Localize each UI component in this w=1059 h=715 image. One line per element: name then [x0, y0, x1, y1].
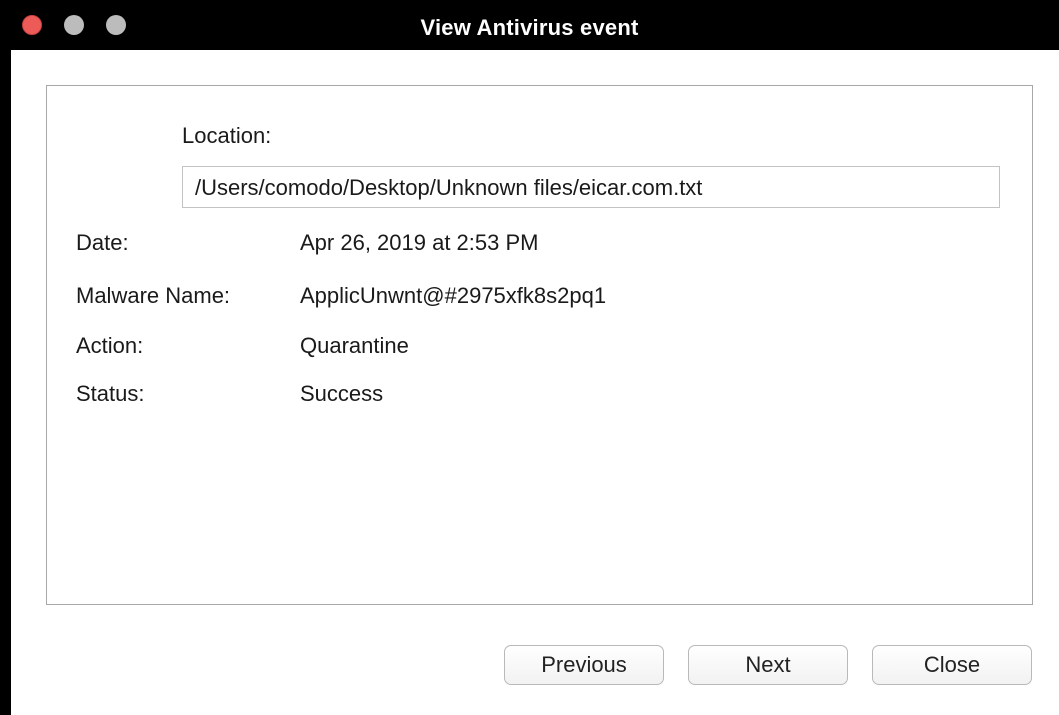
- status-label: Status:: [76, 381, 145, 406]
- date-label: Date:: [76, 230, 129, 255]
- event-details-panel: [46, 85, 1033, 605]
- date-value: Apr 26, 2019 at 2:53 PM: [300, 230, 539, 255]
- view-antivirus-event-window: View Antivirus event Location: /Users/co…: [0, 0, 1059, 715]
- next-button[interactable]: Next: [688, 645, 848, 685]
- action-value: Quarantine: [300, 333, 409, 358]
- malware-name-value: ApplicUnwnt@#2975xfk8s2pq1: [300, 283, 607, 308]
- previous-button[interactable]: Previous: [504, 645, 664, 685]
- location-label: Location:: [182, 123, 272, 148]
- location-field[interactable]: /Users/comodo/Desktop/Unknown files/eica…: [182, 166, 1000, 208]
- window-title: View Antivirus event: [420, 15, 639, 40]
- action-label: Action:: [76, 333, 144, 358]
- window-left-edge: [0, 50, 11, 715]
- close-button[interactable]: Close: [872, 645, 1032, 685]
- title-bar[interactable]: View Antivirus event: [0, 0, 1059, 50]
- status-value: Success: [300, 381, 384, 406]
- malware-name-label: Malware Name:: [76, 283, 231, 308]
